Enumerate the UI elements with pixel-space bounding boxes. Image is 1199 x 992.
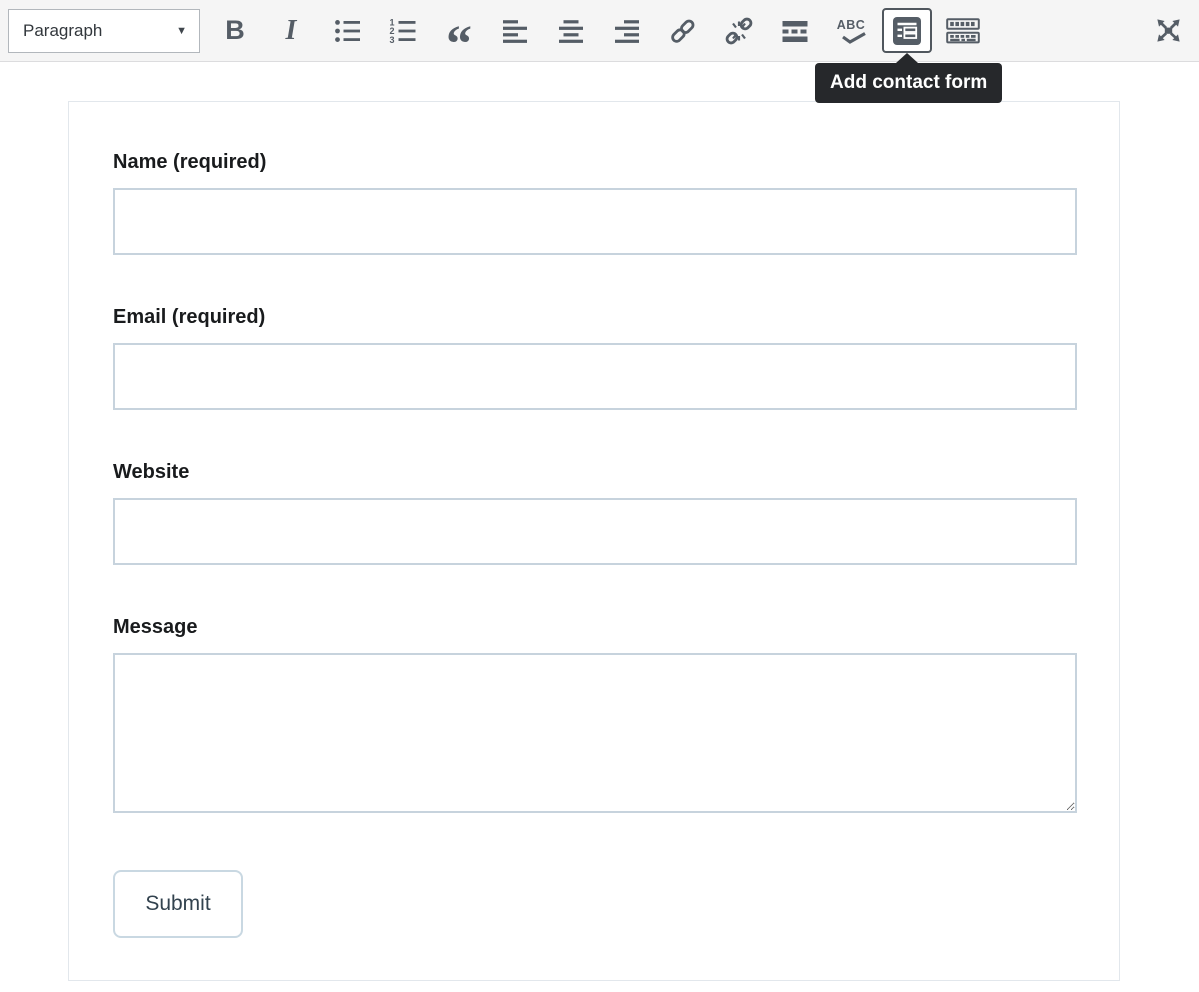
numbered-list-icon: 1 2 3	[389, 17, 417, 45]
form-field-website: Website	[113, 459, 1075, 565]
tooltip-text: Add contact form	[830, 72, 987, 94]
form-field-message: Message	[113, 614, 1075, 813]
italic-icon: I	[286, 15, 297, 47]
name-field-label: Name (required)	[113, 149, 1075, 175]
align-center-icon	[557, 17, 585, 45]
align-right-icon	[613, 17, 641, 45]
spellcheck-icon: ABC	[835, 18, 867, 44]
fullscreen-icon	[1153, 15, 1184, 46]
align-left-button[interactable]	[487, 9, 543, 53]
contact-form-icon	[892, 16, 922, 46]
bulleted-list-button[interactable]	[319, 9, 375, 53]
editor-window: Paragraph ▼ B I 1 2 3 “	[0, 0, 1199, 992]
insert-more-tag-button[interactable]	[767, 9, 823, 53]
website-input[interactable]	[113, 498, 1077, 565]
align-left-icon	[501, 17, 529, 45]
blockquote-button[interactable]: “	[431, 9, 487, 53]
add-contact-form-tooltip: Add contact form	[815, 63, 1002, 103]
insert-link-button[interactable]	[655, 9, 711, 53]
name-input[interactable]	[113, 188, 1077, 255]
submit-button[interactable]: Submit	[113, 870, 243, 938]
link-icon	[667, 15, 699, 47]
message-textarea[interactable]	[113, 653, 1077, 813]
paragraph-format-dropdown[interactable]: Paragraph ▼	[8, 9, 200, 53]
blockquote-icon: “	[446, 19, 472, 71]
more-tag-icon	[781, 18, 809, 44]
chevron-down-icon: ▼	[176, 25, 187, 37]
contact-form-preview: Name (required) Email (required) Website…	[68, 101, 1120, 981]
align-right-button[interactable]	[599, 9, 655, 53]
unlink-icon	[723, 15, 755, 47]
spellcheck-button[interactable]: ABC	[823, 9, 879, 53]
form-field-email: Email (required)	[113, 304, 1075, 410]
email-input[interactable]	[113, 343, 1077, 410]
add-contact-form-button[interactable]	[882, 8, 932, 53]
website-field-label: Website	[113, 459, 1075, 485]
toolbar-toggle-button[interactable]	[935, 9, 991, 53]
form-field-name: Name (required)	[113, 149, 1075, 255]
italic-button[interactable]: I	[263, 9, 319, 53]
editor-toolbar: Paragraph ▼ B I 1 2 3 “	[0, 0, 1199, 62]
numbered-list-button[interactable]: 1 2 3	[375, 9, 431, 53]
bulleted-list-icon	[333, 17, 361, 45]
svg-text:3: 3	[390, 34, 395, 44]
align-center-button[interactable]	[543, 9, 599, 53]
keyboard-icon	[946, 18, 980, 44]
fullscreen-button[interactable]	[1140, 9, 1196, 53]
bold-icon: B	[225, 15, 245, 46]
paragraph-format-value: Paragraph	[23, 21, 102, 41]
message-field-label: Message	[113, 614, 1075, 640]
email-field-label: Email (required)	[113, 304, 1075, 330]
bold-button[interactable]: B	[207, 9, 263, 53]
remove-link-button[interactable]	[711, 9, 767, 53]
